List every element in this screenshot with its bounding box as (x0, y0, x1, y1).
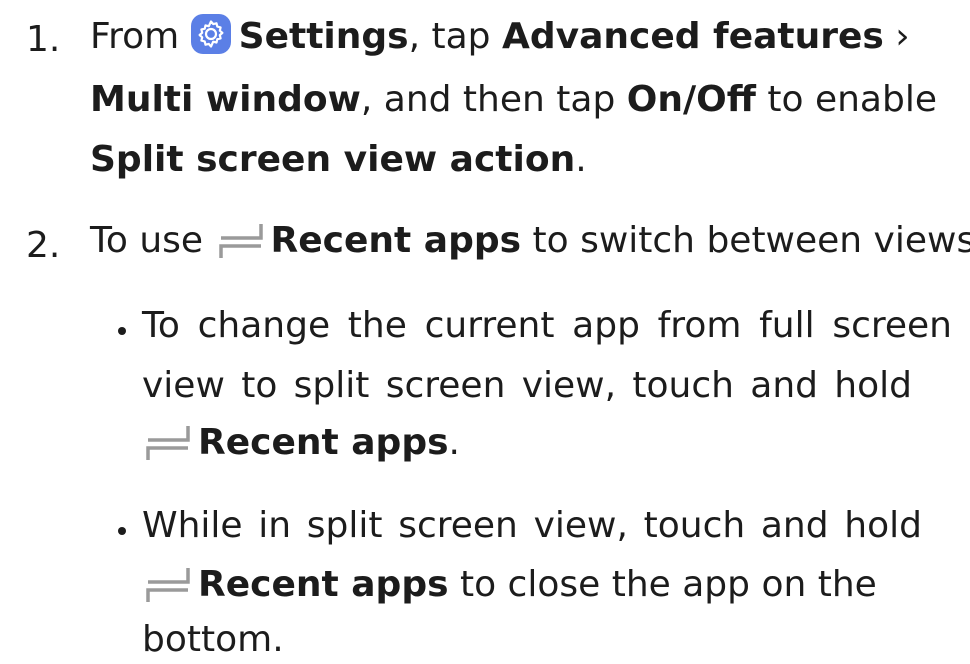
step-1-line-1: From Settings, tap Advanced features › (90, 14, 910, 55)
step-2-text-to-use: To use (90, 220, 204, 261)
step-1-period: . (575, 139, 587, 180)
bullet-2-text-close-app: to close the app on the (448, 564, 877, 605)
bullet-1-dot (118, 327, 126, 335)
bullet-2-line-3: bottom. (142, 619, 284, 660)
recent-apps-icon (215, 222, 267, 258)
step-1-number: 1. (26, 19, 61, 60)
step-1-line-2: Multi window, and then tap On/Off to ena… (90, 82, 937, 118)
step-2-line-1: To use Recent apps to switch between vie… (90, 222, 970, 259)
step-1-text-and-then-tap: , and then tap (360, 79, 616, 120)
bullet-1-period: . (448, 422, 460, 463)
step-2-recent-apps-label: Recent apps (270, 220, 522, 261)
step-1-text-to-enable: to enable (755, 79, 937, 120)
recent-apps-icon (142, 566, 194, 602)
bullet-1-line-3: Recent apps. (142, 424, 460, 461)
step-1-on-off-label: On/Off (626, 79, 756, 120)
step-1-text-from: From (90, 16, 180, 57)
step-1-settings-label: Settings (238, 16, 409, 57)
step-1-text-tap: , tap (408, 16, 491, 57)
bullet-1-line-2: view to split screen view, touch and hol… (142, 365, 912, 406)
step-2-number: 2. (26, 225, 61, 266)
recent-apps-icon (142, 424, 194, 460)
bullet-2-line-1: While in split screen view, touch and ho… (142, 505, 922, 546)
bullet-1-recent-apps-label: Recent apps (198, 422, 449, 463)
bullet-1-line-1: To change the current app from full scre… (142, 305, 952, 346)
settings-gear-icon (190, 14, 231, 54)
step-1-advanced-features-label: Advanced features (501, 16, 884, 57)
bullet-2-recent-apps-label: Recent apps (198, 564, 449, 605)
step-1-split-screen-view-action-label: Split screen view action (90, 139, 576, 180)
step-2-text-switch-between-views: to switch between views: (521, 220, 970, 261)
bullet-2-line-2: Recent apps to close the app on the (142, 566, 877, 603)
bullet-2-dot (118, 527, 126, 535)
step-1-multi-window-label: Multi window (90, 79, 361, 120)
chevron-right-icon: › (883, 16, 910, 57)
step-1-line-3: Split screen view action. (90, 142, 587, 178)
